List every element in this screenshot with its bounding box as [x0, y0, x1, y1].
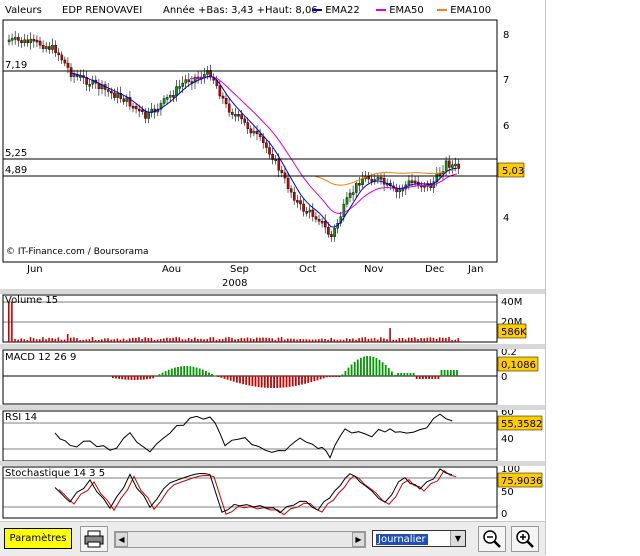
month-oct: Oct: [299, 264, 316, 275]
ema22-label: EMA22: [325, 5, 360, 16]
stoch-tick-0: 0: [501, 509, 507, 520]
macd-tick-02: 0.2: [501, 349, 517, 358]
legend-ema100: EMA100: [437, 5, 491, 16]
period-value: Journalier: [376, 534, 428, 545]
rsi-title: RSI 14: [5, 412, 37, 423]
macd-title: MACD 12 26 9: [5, 352, 76, 363]
zoom-in-button[interactable]: [511, 526, 539, 552]
rsi-current: 55,3582: [501, 419, 542, 430]
rsi-tick-40: 40: [501, 434, 514, 445]
macd-tick-0: 0: [501, 372, 507, 383]
ema50-label: EMA50: [389, 5, 424, 16]
legend-ema50: EMA50: [376, 5, 424, 16]
ema50-swatch: [376, 9, 386, 11]
volume-chart[interactable]: Volume 15 40M 20M 586K: [0, 294, 545, 344]
price-tick-8: 8: [503, 30, 509, 41]
month-aou: Aou: [162, 264, 181, 275]
level-label-489: 4,89: [5, 165, 27, 176]
price-plot-area: [2, 19, 498, 263]
rsi-plot-area: [2, 410, 498, 462]
zoom-out-button[interactable]: [478, 526, 506, 552]
chevron-down-icon: ▼: [450, 531, 465, 546]
params-button[interactable]: Paramètres: [4, 528, 72, 549]
ema100-label: EMA100: [450, 5, 492, 16]
volume-tick-40m: 40M: [501, 297, 522, 308]
header-row: Valeurs: [5, 5, 42, 16]
level-label-525: 5,25: [5, 148, 27, 159]
bottom-toolbar: Paramètres ◀ ▶ Journalier ▼: [0, 521, 545, 556]
price-tick-4: 4: [503, 213, 509, 224]
copyright: © IT-Finance.com / Boursorama: [6, 247, 148, 257]
month-nov: Nov: [364, 264, 384, 275]
rsi-chart[interactable]: RSI 14 60 40 55,3582: [0, 410, 545, 463]
annee-range: Année +Bas: 3,43 +Haut: 8,06: [163, 5, 318, 16]
period-select[interactable]: Journalier ▼: [372, 530, 466, 547]
volume-current: 586K: [501, 327, 527, 338]
macd-current: 0,1086: [501, 360, 536, 371]
month-sep: Sep: [230, 264, 249, 275]
zoom-in-icon: [516, 530, 534, 548]
month-dec: Dec: [425, 264, 444, 275]
year-label: 2008: [222, 278, 247, 289]
printer-icon: [84, 530, 104, 548]
month-jun: Jun: [26, 264, 43, 275]
ema22-swatch: [312, 9, 322, 11]
ema100-swatch: [437, 9, 447, 11]
scroll-right-button[interactable]: ▶: [352, 532, 365, 547]
stock-name: EDP RENOVAVEI: [62, 5, 143, 16]
print-button[interactable]: [80, 526, 108, 552]
stoch-title: Stochastique 14 3 5: [5, 468, 105, 479]
price-chart[interactable]: 8 7 6 5 4 7,19 5,25 4,89 5,03 © IT-Finan…: [0, 18, 545, 290]
scroll-left-button[interactable]: ◀: [115, 532, 128, 547]
time-scrollbar[interactable]: ◀ ▶: [114, 531, 366, 548]
stochastic-chart[interactable]: Stochastique 14 3 5 100 50 0 75,9036: [0, 466, 545, 520]
current-price: 5,03: [502, 166, 524, 177]
zoom-out-icon: [483, 530, 501, 548]
legend-ema22: EMA22: [312, 5, 360, 16]
stoch-tick-50: 50: [501, 487, 514, 498]
volume-title: Volume 15: [5, 295, 58, 306]
stoch-current: 75,9036: [501, 476, 542, 487]
month-jan: Jan: [467, 264, 483, 275]
price-tick-6: 6: [503, 121, 509, 132]
valeurs-label: Valeurs: [5, 5, 42, 16]
price-tick-7: 7: [503, 75, 509, 86]
macd-chart[interactable]: MACD 12 26 9 0.2 0 0,1086: [0, 349, 545, 406]
level-label-719: 7,19: [5, 60, 27, 71]
